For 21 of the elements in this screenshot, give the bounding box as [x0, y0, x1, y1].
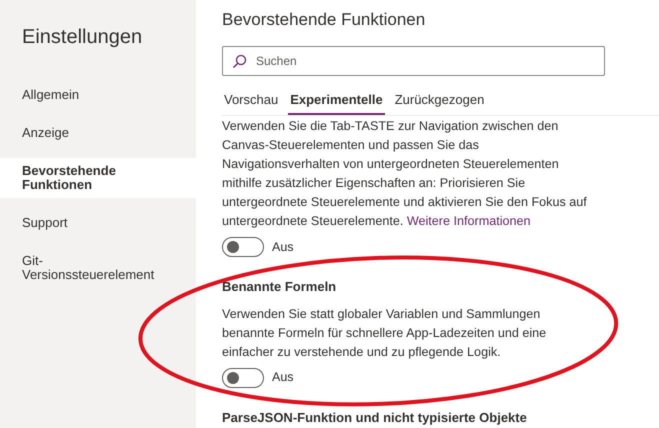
toggle-label: Aus: [272, 238, 294, 256]
page-title: Bevorstehende Funktionen: [222, 9, 426, 31]
tab[interactable]: Zurückgezogen: [392, 88, 486, 115]
feature-title: Benannte Formeln: [222, 278, 338, 296]
toggle-label: Aus: [272, 369, 294, 386]
learn-more-link[interactable]: Weitere Informationen: [406, 214, 531, 228]
sidebar-item[interactable]: Bevorstehende Funktionen: [0, 158, 196, 198]
toggle-switch[interactable]: [222, 237, 264, 257]
feature-description: Verwenden Sie die Tab-TASTE zur Navigation zwischen den Canvas-Steuerelementen und passen Sie das Navigationsverhalten von untergeordneten Steuerelementen mithilfe zusätzlicher Eigenschaften an: Priorisieren Sie untergeordnete Steuerelemente und aktivieren Sie den Fokus auf untergeordnete Steuerelemente. Weitere Informationen: [222, 118, 588, 230]
tab[interactable]: Vorschau: [222, 88, 280, 115]
sidebar-item[interactable]: Git-Versionssteuerelement: [0, 248, 196, 288]
feature-title: ParseJSON-Funktion und nicht typisierte Objekte: [222, 408, 528, 427]
tab[interactable]: Experimentelle: [288, 88, 385, 115]
toggle-switch[interactable]: [222, 368, 264, 388]
sidebar-item[interactable]: Anzeige: [0, 120, 196, 146]
sidebar-item[interactable]: Allgemein: [0, 82, 196, 108]
search-icon: [232, 54, 247, 68]
settings-title: Einstellungen: [22, 25, 144, 50]
search-field[interactable]: Suchen: [222, 46, 605, 76]
sidebar-item[interactable]: Support: [0, 210, 196, 236]
feature-description: Verwenden Sie statt globaler Variablen und Sammlungen benannte Formeln für schnellere App-Ladezeiten und eine einfacher zu verstehende und zu pflegende Logik.: [222, 306, 548, 361]
